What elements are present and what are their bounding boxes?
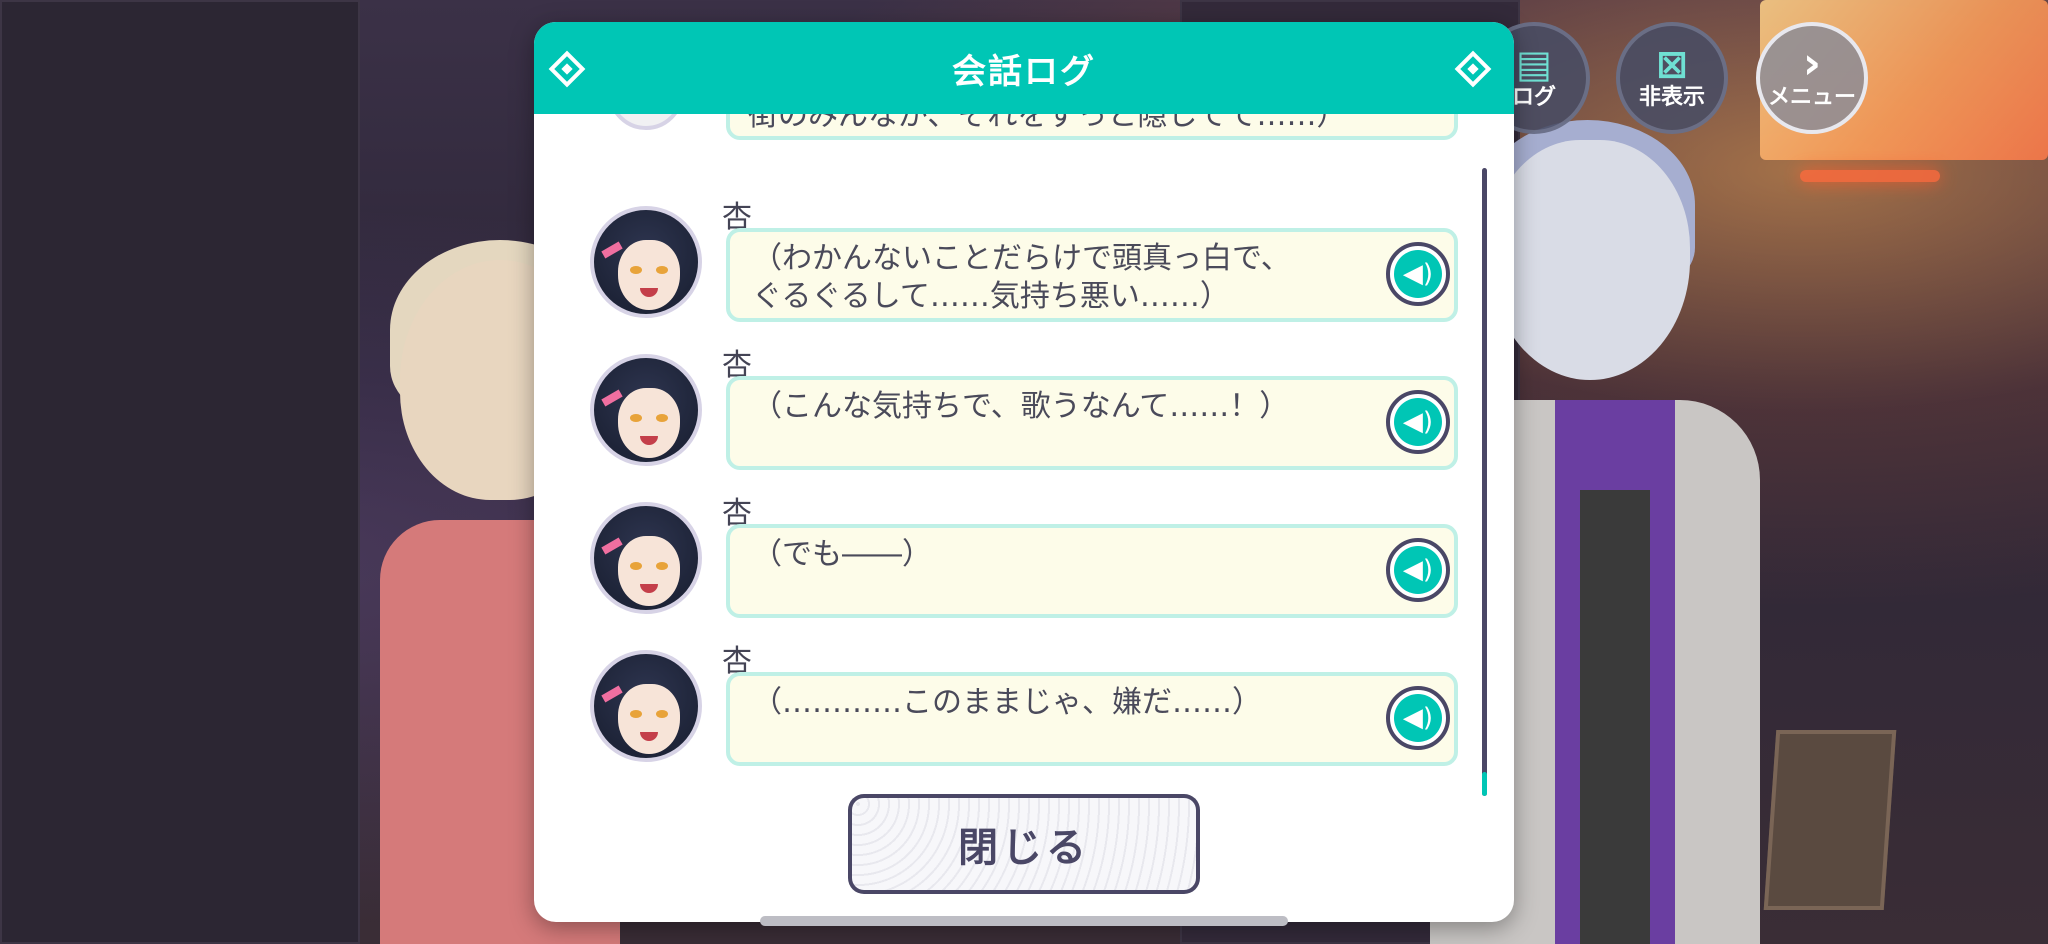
scrollbar-track[interactable] bbox=[1482, 168, 1487, 796]
scrollbar-thumb[interactable] bbox=[1482, 772, 1487, 796]
speech-bubble: （でも――） ◀) bbox=[726, 524, 1458, 618]
voice-play-button[interactable]: ◀) bbox=[1386, 242, 1450, 306]
menu-button-label: メニュー bbox=[1767, 85, 1856, 110]
character-right-head bbox=[1490, 140, 1690, 380]
avatar bbox=[590, 650, 702, 762]
neon-light bbox=[1800, 170, 1940, 182]
dialog-title: 会話ログ bbox=[952, 51, 1096, 92]
speech-bubble: （わかんないことだらけで頭真っ白で、 ぐるぐるして……気持ち悪い……） ◀) bbox=[726, 228, 1458, 322]
diamond-ornament-icon bbox=[548, 50, 586, 88]
speech-text: 街のみんなが、それをずっと隠してて……） bbox=[748, 114, 1347, 133]
dialog-header: 会話ログ bbox=[534, 22, 1514, 114]
speech-bubble: （こんな気持ちで、歌うなんて……！） ◀) bbox=[726, 376, 1458, 470]
voice-play-button[interactable]: ◀) bbox=[1386, 390, 1450, 454]
speaker-icon: ◀) bbox=[1394, 694, 1442, 742]
voice-play-button[interactable]: ◀) bbox=[1386, 538, 1450, 602]
avatar bbox=[590, 206, 702, 318]
close-button-label: 閉じる bbox=[958, 825, 1090, 871]
speaker-icon: ◀) bbox=[1394, 250, 1442, 298]
chat-bubble-icon: ▤ bbox=[1516, 42, 1552, 86]
hide-button-label: 非表示 bbox=[1638, 85, 1705, 110]
speaker-icon: ◀) bbox=[1394, 546, 1442, 594]
hide-button[interactable]: ⊠ 非表示 bbox=[1616, 22, 1728, 134]
speaker-icon: ◀) bbox=[1394, 398, 1442, 446]
speech-text: （…………このままじゃ、嫌だ……） bbox=[752, 685, 1262, 720]
voice-play-button[interactable]: ◀) bbox=[1386, 686, 1450, 750]
close-button[interactable]: 閉じる bbox=[848, 794, 1200, 894]
avatar bbox=[590, 502, 702, 614]
avatar bbox=[608, 114, 684, 130]
log-button-label: ログ bbox=[1511, 85, 1556, 110]
log-entry: 杏 （でも――） ◀) bbox=[534, 496, 1474, 650]
log-list[interactable]: 街のみんなが、それをずっと隠してて……） 杏 （わかんないことだらけで頭真っ白で… bbox=[534, 114, 1514, 804]
avatar bbox=[590, 354, 702, 466]
log-entry: 杏 （こんな気持ちで、歌うなんて……！） ◀) bbox=[534, 348, 1474, 502]
building-left bbox=[0, 0, 360, 944]
hide-x-icon: ⊠ bbox=[1656, 42, 1688, 86]
close-button-face: 閉じる bbox=[852, 798, 1196, 890]
shop-board bbox=[1763, 730, 1897, 910]
speech-text: （わかんないことだらけで頭真っ白で、 ぐるぐるして……気持ち悪い……） bbox=[752, 241, 1291, 314]
speech-text: （こんな気持ちで、歌うなんて……！） bbox=[752, 389, 1290, 424]
log-entry: 杏 （わかんないことだらけで頭真っ白で、 ぐるぐるして……気持ち悪い……） ◀) bbox=[534, 200, 1474, 354]
home-indicator[interactable] bbox=[760, 916, 1288, 926]
character-right-shirt bbox=[1580, 490, 1650, 944]
speech-text: （でも――） bbox=[752, 537, 932, 572]
log-entry: 杏 （…………このままじゃ、嫌だ……） ◀) bbox=[534, 644, 1474, 798]
diamond-ornament-icon bbox=[1454, 50, 1492, 88]
conversation-log-dialog: 会話ログ 街のみんなが、それをずっと隠してて……） 杏 （わかんないことだらけで… bbox=[534, 22, 1514, 922]
speech-bubble: 街のみんなが、それをずっと隠してて……） bbox=[726, 114, 1458, 140]
speech-bubble: （…………このままじゃ、嫌だ……） ◀) bbox=[726, 672, 1458, 766]
chevron-right-icon: › bbox=[1802, 38, 1822, 89]
menu-button[interactable]: › メニュー bbox=[1756, 22, 1868, 134]
